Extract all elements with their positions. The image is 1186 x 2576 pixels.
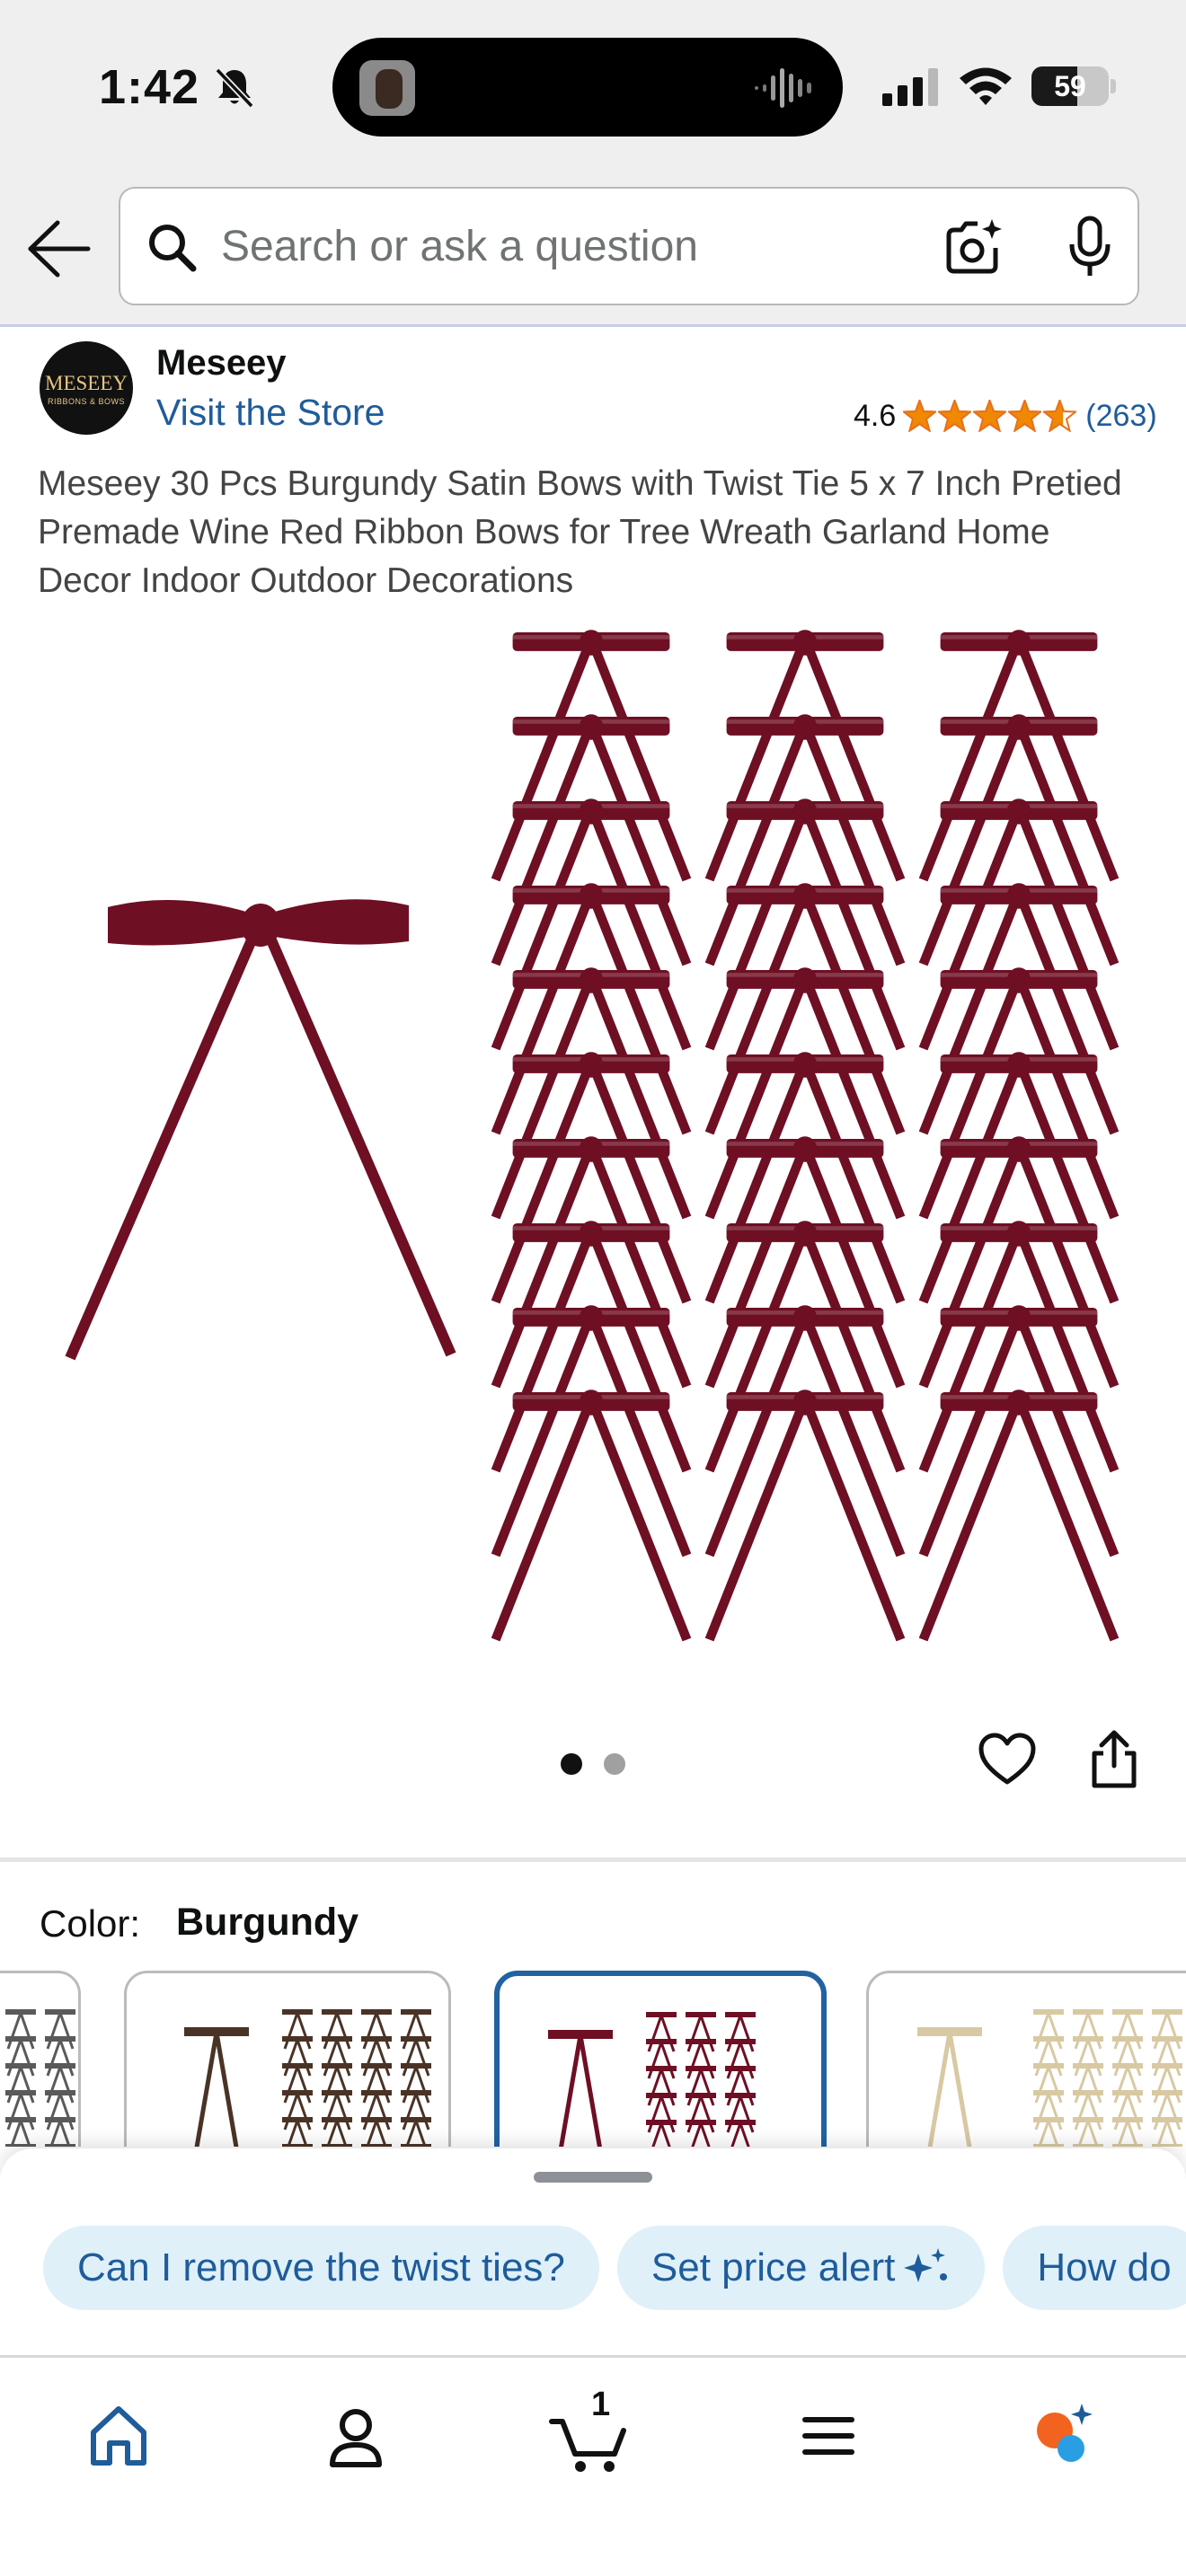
brand-logo[interactable]: MESEEY RIBBONS & BOWS bbox=[40, 341, 133, 435]
ribbon-bow bbox=[491, 798, 692, 1051]
suggestion-chip-price-alert[interactable]: Set price alert bbox=[616, 2226, 986, 2310]
section-divider bbox=[0, 1857, 1186, 1862]
color-selected-value: Burgundy bbox=[176, 1901, 359, 1944]
search-bar[interactable] bbox=[119, 187, 1139, 305]
color-label: Color: bbox=[40, 1902, 141, 1945]
back-arrow-icon[interactable] bbox=[25, 217, 93, 280]
assistant-icon[interactable] bbox=[1017, 2391, 1107, 2481]
star-half-icon bbox=[1043, 400, 1077, 432]
suggestion-chip-remove-twist-ties[interactable]: Can I remove the twist ties? bbox=[43, 2226, 599, 2310]
color-swatch[interactable] bbox=[866, 1971, 1186, 2147]
ribbon-bow bbox=[918, 714, 1120, 966]
status-time: 1:42 bbox=[99, 60, 200, 114]
carousel-dot-active[interactable] bbox=[561, 1753, 582, 1775]
battery-indicator: 59 bbox=[1031, 66, 1118, 106]
camera-search-icon[interactable] bbox=[943, 217, 1003, 277]
ribbon-bow bbox=[918, 798, 1120, 1051]
ribbon-bow bbox=[704, 1052, 906, 1304]
carousel-dot[interactable] bbox=[604, 1753, 625, 1775]
ribbon-bow bbox=[491, 1052, 692, 1304]
ribbon-bow bbox=[704, 883, 906, 1135]
search-header bbox=[0, 171, 1186, 327]
ribbon-bow bbox=[491, 714, 692, 966]
cart-button[interactable]: 1 bbox=[546, 2386, 636, 2481]
color-swatch-selected[interactable] bbox=[494, 1971, 827, 2147]
ribbon-bow bbox=[704, 1389, 906, 1642]
review-count[interactable]: (263) bbox=[1085, 399, 1156, 434]
home-icon[interactable] bbox=[74, 2391, 164, 2481]
ribbon-bow bbox=[918, 1221, 1120, 1473]
ribbon-bow bbox=[704, 798, 906, 1051]
ribbon-bow bbox=[918, 1389, 1120, 1642]
sparkle-icon bbox=[904, 2248, 948, 2283]
visit-store-link[interactable]: Visit the Store bbox=[156, 392, 385, 434]
ribbon-bow bbox=[918, 630, 1120, 882]
star-full-icon bbox=[1008, 400, 1042, 432]
wifi-icon bbox=[960, 67, 1012, 105]
bell-muted-icon bbox=[215, 67, 254, 109]
ribbon-bow bbox=[704, 714, 906, 966]
ribbon-bow bbox=[491, 1389, 692, 1642]
ribbon-bow bbox=[918, 1136, 1120, 1389]
heart-icon[interactable] bbox=[978, 1730, 1037, 1789]
ribbon-bow bbox=[491, 883, 692, 1135]
star-full-icon bbox=[903, 400, 937, 432]
battery-level-text: 59 bbox=[1054, 70, 1086, 102]
ribbon-bow bbox=[704, 1221, 906, 1473]
sheet-grabber[interactable] bbox=[534, 2172, 652, 2183]
brand-name: Meseey bbox=[156, 343, 287, 383]
ribbon-bow-large bbox=[65, 899, 456, 1361]
ribbon-bow bbox=[491, 630, 692, 882]
product-image[interactable] bbox=[0, 620, 1186, 1689]
ribbon-bow bbox=[918, 967, 1120, 1220]
color-swatches bbox=[0, 1967, 1186, 2147]
ribbon-bow bbox=[491, 967, 692, 1220]
dynamic-island[interactable] bbox=[332, 38, 843, 137]
ribbon-bow bbox=[491, 1136, 692, 1389]
ribbon-bow bbox=[704, 1305, 906, 1557]
ribbon-bow bbox=[491, 1305, 692, 1557]
audio-waveform-icon bbox=[755, 68, 811, 108]
ribbon-bow bbox=[918, 1052, 1120, 1304]
suggestion-chip-how-do[interactable]: How do bbox=[1003, 2226, 1186, 2310]
star-full-icon bbox=[938, 400, 972, 432]
status-bar: 1:42 59 bbox=[0, 0, 1186, 171]
now-playing-artwork bbox=[359, 60, 415, 116]
rating-value: 4.6 bbox=[854, 398, 897, 433]
account-icon[interactable] bbox=[311, 2391, 401, 2481]
star-rating bbox=[903, 400, 1078, 432]
search-icon bbox=[149, 225, 197, 272]
ribbon-bow bbox=[704, 967, 906, 1220]
assistant-sheet: Can I remove the twist ties? Set price al… bbox=[0, 2148, 1186, 2576]
rating-summary[interactable]: 4.6 (263) bbox=[854, 395, 1157, 437]
share-icon[interactable] bbox=[1087, 1728, 1141, 1791]
cart-count: 1 bbox=[591, 2386, 611, 2423]
search-input[interactable] bbox=[221, 189, 1012, 304]
color-swatch[interactable] bbox=[124, 1971, 451, 2147]
ribbon-bow bbox=[491, 1221, 692, 1473]
ribbon-bow bbox=[704, 1136, 906, 1389]
microphone-icon[interactable] bbox=[1067, 216, 1112, 278]
ribbon-bow bbox=[704, 630, 906, 882]
suggestion-chips: Can I remove the twist ties? Set price al… bbox=[43, 2226, 1186, 2312]
product-title: Meseey 30 Pcs Burgundy Satin Bows with T… bbox=[38, 464, 1122, 600]
cellular-signal-icon bbox=[882, 68, 938, 106]
nav-divider bbox=[0, 2355, 1186, 2358]
menu-icon[interactable] bbox=[783, 2391, 873, 2481]
ribbon-bow bbox=[918, 883, 1120, 1135]
star-full-icon bbox=[973, 400, 1007, 432]
color-swatch[interactable] bbox=[0, 1971, 81, 2147]
ribbon-bow bbox=[918, 1305, 1120, 1557]
